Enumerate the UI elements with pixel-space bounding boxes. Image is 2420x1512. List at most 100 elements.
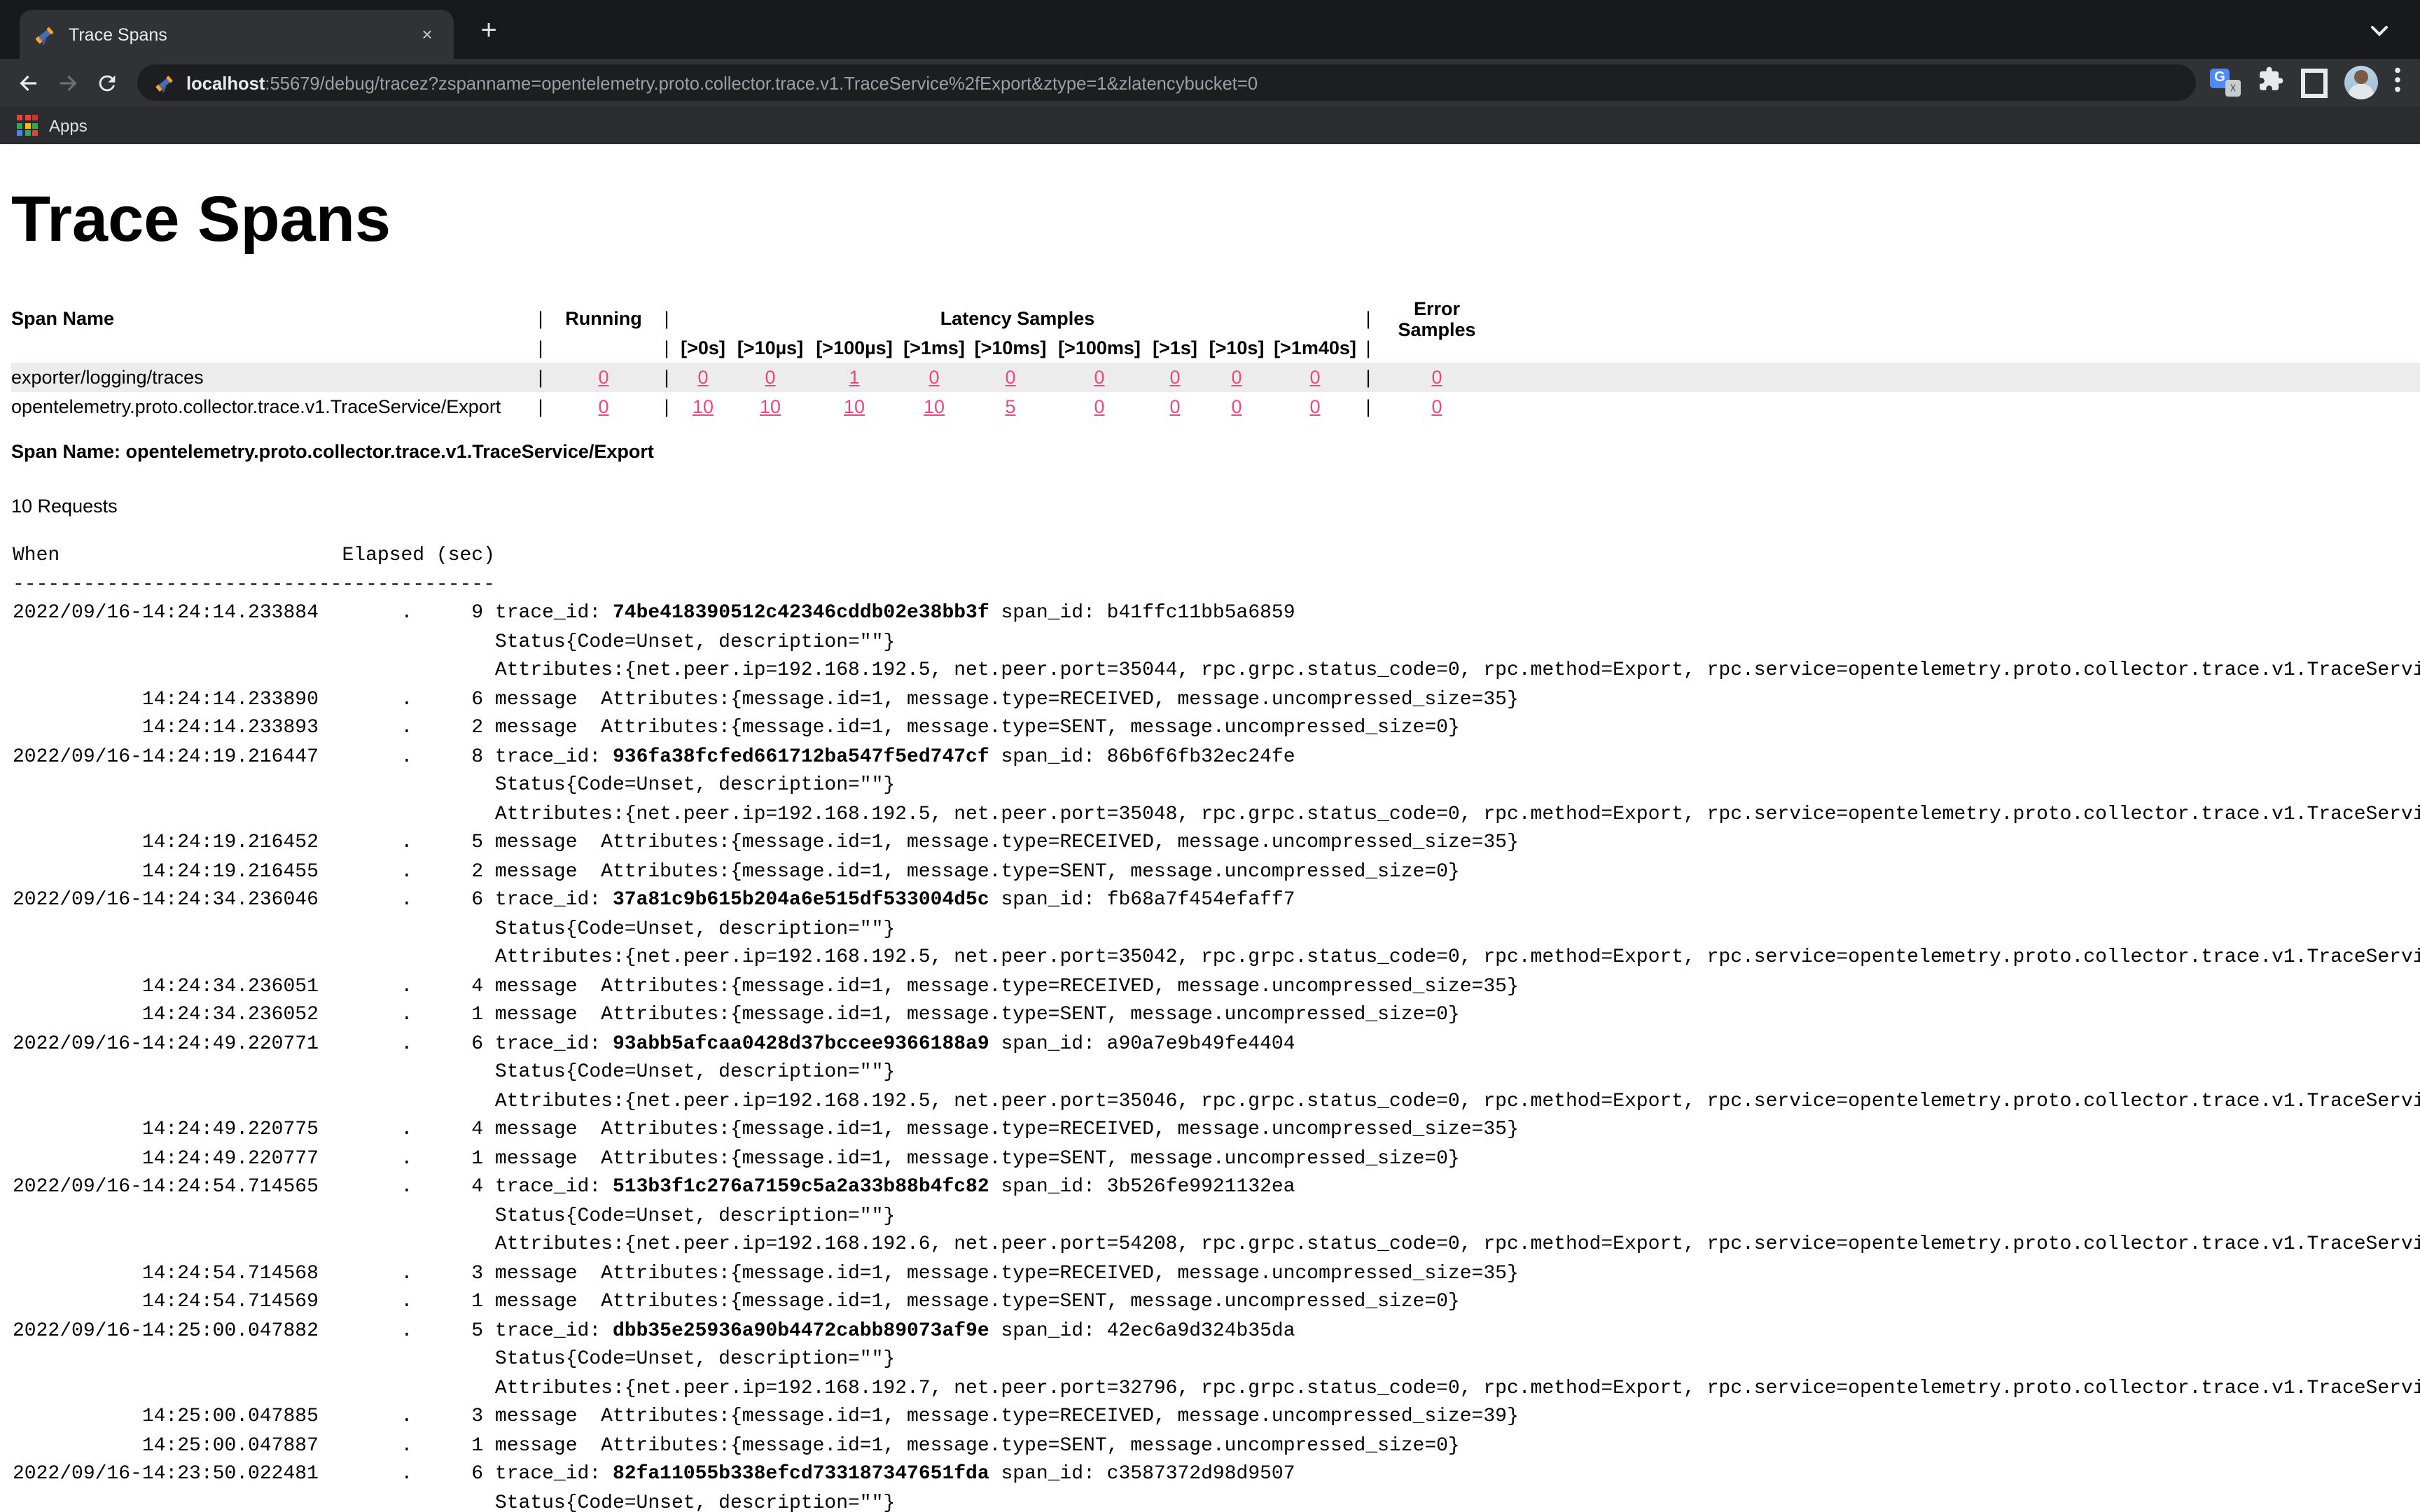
bucket-label: [>100µs] <box>809 337 899 358</box>
error-count-link[interactable]: 0 <box>1431 367 1442 388</box>
col-error-samples: Error Samples <box>1377 298 1497 340</box>
latency-count-link[interactable]: 1 <box>849 367 859 388</box>
col-separator: | <box>1360 396 1377 417</box>
apps-bookmark-label[interactable]: Apps <box>49 115 88 135</box>
col-separator: | <box>1360 308 1377 329</box>
latency-count-link[interactable]: 10 <box>760 396 781 417</box>
col-separator: | <box>532 337 549 358</box>
apps-grid-icon[interactable] <box>17 115 38 136</box>
request-when: 2022/09/16-14:25:00.047882 . 5 trace_id:… <box>13 1317 2420 1345</box>
request-attributes: Attributes:{net.peer.ip=192.168.192.6, n… <box>13 1231 2420 1259</box>
span-summary-table: Span Name|Running|Latency Samples|Error … <box>11 304 2420 421</box>
request-message: 14:24:54.714569 . 1 message Attributes:{… <box>13 1288 2420 1317</box>
request-when: 2022/09/16-14:24:14.233884 . 9 trace_id:… <box>13 599 2420 628</box>
page-title: Trace Spans <box>11 181 2409 256</box>
col-separator: | <box>1360 337 1377 358</box>
col-running: Running <box>549 308 658 329</box>
latency-count-link[interactable]: 0 <box>1005 367 1015 388</box>
request-message: 14:24:19.216452 . 5 message Attributes:{… <box>13 829 2420 858</box>
bucket-label: [>100ms] <box>1052 337 1147 358</box>
toolbar-extensions-area: G ☓ <box>2210 66 2412 99</box>
request-message: 14:24:49.220777 . 1 message Attributes:{… <box>13 1144 2420 1173</box>
request-message: 14:24:49.220775 . 4 message Attributes:{… <box>13 1116 2420 1144</box>
latency-count: 0 <box>1052 396 1147 417</box>
telescope-favicon-icon <box>34 23 56 46</box>
latency-count: 0 <box>1147 396 1203 417</box>
latency-count-link[interactable]: 5 <box>1005 396 1015 417</box>
request-status: Status{Code=Unset, description=""} <box>13 1202 2420 1231</box>
request-when: 2022/09/16-14:23:50.022481 . 6 trace_id:… <box>13 1460 2420 1489</box>
latency-count-link[interactable]: 0 <box>929 367 939 388</box>
url-path: :55679/debug/tracez?zspanname=openteleme… <box>265 72 1258 93</box>
url-bar[interactable]: localhost:55679/debug/tracez?zspanname=o… <box>137 64 2196 101</box>
tab-close-icon[interactable]: × <box>415 22 440 47</box>
bucket-label: [>10ms] <box>969 337 1052 358</box>
url-text: localhost:55679/debug/tracez?zspanname=o… <box>186 72 1258 93</box>
log-header: When Elapsed (sec) <box>13 542 2420 570</box>
latency-count-link[interactable]: 0 <box>765 367 775 388</box>
latency-count-link[interactable]: 0 <box>1231 367 1242 388</box>
request-when: 2022/09/16-14:24:34.236046 . 6 trace_id:… <box>13 886 2420 915</box>
translate-icon[interactable]: G ☓ <box>2210 67 2241 98</box>
latency-count-link[interactable]: 0 <box>1169 396 1180 417</box>
col-separator: | <box>658 337 675 358</box>
url-host: localhost <box>186 72 265 93</box>
tab-search-chevron-icon[interactable] <box>2370 20 2389 45</box>
col-latency-samples: Latency Samples <box>675 308 1360 329</box>
kebab-menu-icon[interactable] <box>2395 66 2400 99</box>
telescope-favicon-icon <box>154 72 175 93</box>
latency-count-link[interactable]: 0 <box>1169 367 1180 388</box>
new-tab-button[interactable]: + <box>471 14 507 50</box>
request-attributes: Attributes:{net.peer.ip=192.168.192.5, n… <box>13 944 2420 972</box>
extensions-puzzle-icon[interactable] <box>2258 66 2284 99</box>
forward-button[interactable] <box>48 63 87 102</box>
back-button[interactable] <box>8 63 48 102</box>
latency-count-link[interactable]: 0 <box>1231 396 1242 417</box>
latency-count-link[interactable]: 0 <box>1094 367 1104 388</box>
request-when: 2022/09/16-14:24:54.714565 . 4 trace_id:… <box>13 1173 2420 1202</box>
running-count-link[interactable]: 0 <box>598 396 609 417</box>
latency-count-link[interactable]: 0 <box>697 367 708 388</box>
browser-window: Trace Spans × + localhost:55679/debug/tr… <box>0 0 2420 1512</box>
latency-count-link[interactable]: 10 <box>693 396 714 417</box>
bucket-label: [>10µs] <box>731 337 809 358</box>
span-row: exporter/logging/traces|0|001000000|0 <box>11 363 2420 392</box>
latency-count: 0 <box>899 367 969 388</box>
request-attributes: Attributes:{net.peer.ip=192.168.192.5, n… <box>13 1087 2420 1116</box>
error-count-link[interactable]: 0 <box>1431 396 1442 417</box>
latency-count-link[interactable]: 0 <box>1309 396 1320 417</box>
latency-count-link[interactable]: 10 <box>844 396 865 417</box>
latency-count-link[interactable]: 0 <box>1094 396 1104 417</box>
request-attributes: Attributes:{net.peer.ip=192.168.192.5, n… <box>13 657 2420 685</box>
bucket-label: [>1s] <box>1147 337 1203 358</box>
col-separator: | <box>658 396 675 417</box>
request-message: 14:25:00.047887 . 1 message Attributes:{… <box>13 1432 2420 1460</box>
latency-count-link[interactable]: 10 <box>924 396 945 417</box>
tab-trace-spans[interactable]: Trace Spans × <box>20 10 454 59</box>
latency-count: 10 <box>731 396 809 417</box>
request-when: 2022/09/16-14:24:49.220771 . 6 trace_id:… <box>13 1030 2420 1058</box>
reload-button[interactable] <box>87 63 126 102</box>
span-name: exporter/logging/traces <box>11 367 532 388</box>
side-panel-icon[interactable] <box>2301 68 2328 97</box>
col-separator: | <box>532 367 549 388</box>
request-status: Status{Code=Unset, description=""} <box>13 628 2420 657</box>
latency-count: 0 <box>1270 396 1360 417</box>
span-row: opentelemetry.proto.collector.trace.v1.T… <box>11 392 2420 421</box>
error-count: 0 <box>1377 396 1497 417</box>
request-status: Status{Code=Unset, description=""} <box>13 1345 2420 1374</box>
request-count: 10 Requests <box>11 496 2420 517</box>
latency-count: 0 <box>969 367 1052 388</box>
col-separator: | <box>532 396 549 417</box>
latency-count: 0 <box>1203 367 1270 388</box>
col-separator: | <box>658 367 675 388</box>
request-message: 14:24:19.216455 . 2 message Attributes:{… <box>13 858 2420 886</box>
profile-avatar[interactable] <box>2344 66 2378 99</box>
running-count-link[interactable]: 0 <box>598 367 609 388</box>
latency-count: 0 <box>1147 367 1203 388</box>
request-attributes: Attributes:{net.peer.ip=192.168.192.7, n… <box>13 1374 2420 1403</box>
bucket-label: [>10s] <box>1203 337 1270 358</box>
request-status: Status{Code=Unset, description=""} <box>13 1489 2420 1512</box>
latency-count-link[interactable]: 0 <box>1309 367 1320 388</box>
request-when: 2022/09/16-14:24:19.216447 . 8 trace_id:… <box>13 743 2420 771</box>
